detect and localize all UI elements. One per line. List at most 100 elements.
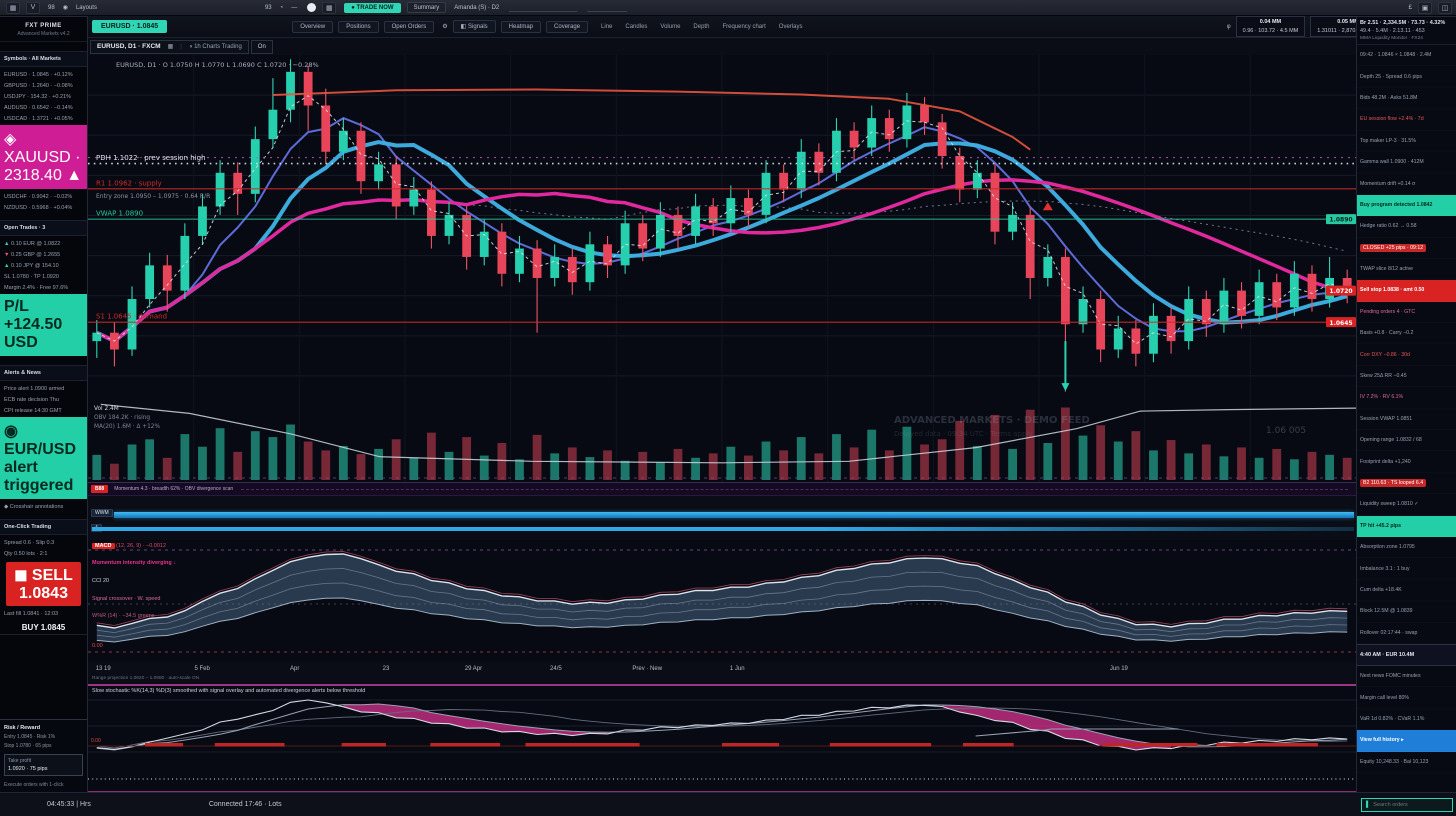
indicator-chip[interactable]: B88: [91, 485, 108, 493]
panel-row[interactable]: TP hit +45.2 pips: [1357, 516, 1456, 537]
candlestick-canvas[interactable]: PDH 1.1022 · prev session highR1 1.0962 …: [88, 55, 1356, 482]
sidebar-item[interactable]: Margin 2.4% · Free 97.6%: [0, 280, 87, 291]
panel-row[interactable]: Opening range 1.0832 / 68: [1357, 430, 1456, 451]
buy-button[interactable]: BUY 1.0845: [0, 617, 87, 635]
sidebar-item[interactable]: Qty 0.50 lots · 2:1: [0, 546, 87, 557]
sidebar-item[interactable]: ◆ Crosshair annotations: [0, 499, 87, 510]
sidebar-item[interactable]: Spread 0.6 · Slip 0.3: [0, 535, 87, 546]
sidebar-item[interactable]: USDCAD · 1.3721 · +0.05%: [0, 111, 87, 122]
tab-heatmap[interactable]: Heatmap: [501, 21, 541, 33]
panel-row[interactable]: Next news FOMC minutes: [1357, 666, 1456, 687]
panel-row[interactable]: Margin call level 80%: [1357, 687, 1456, 708]
minimize-icon[interactable]: —: [291, 5, 297, 11]
sidebar-item[interactable]: ECB rate decision Thu: [0, 392, 87, 403]
on-toggle[interactable]: On: [251, 40, 273, 54]
panel-row[interactable]: Sell stop 1.0838 · amt 0.50: [1357, 280, 1456, 301]
sidebar-item[interactable]: USDJPY · 154.32 · +0.21%: [0, 89, 87, 100]
sidebar-item[interactable]: EURUSD · 1.0845 · +0.12%: [0, 67, 87, 78]
layouts-menu[interactable]: Layouts: [76, 5, 97, 11]
sidebar-section-header[interactable]: Alerts & News: [0, 365, 87, 381]
tab-open-orders[interactable]: Open Orders: [384, 21, 435, 33]
panel-row[interactable]: Session VWAP 1.0851: [1357, 409, 1456, 430]
tab-positions[interactable]: Positions: [338, 21, 378, 33]
menu-item-depth[interactable]: Depth: [693, 24, 709, 30]
search-orders-box[interactable]: ▌: [1361, 798, 1453, 812]
sidebar-section-header[interactable]: One-Click Trading: [0, 519, 87, 535]
panel-row[interactable]: B2 110.63 · TS looped 6.4: [1357, 473, 1456, 494]
panel-row[interactable]: Top maker LP-3 · 31.5%: [1357, 131, 1456, 152]
ribbon-canvas[interactable]: [88, 540, 1356, 662]
sidebar-item[interactable]: ▲ 0.10 EUR @ 1.0822: [0, 236, 87, 247]
search-orders-input[interactable]: [1373, 802, 1448, 808]
ribbon-indicator-pane[interactable]: MACD (12, 26, 9) · −0.0012Momentum inten…: [88, 540, 1356, 662]
panel-row[interactable]: Cum delta +18.4K: [1357, 580, 1456, 601]
menu-item-candles[interactable]: Candles: [625, 24, 647, 30]
panel-row[interactable]: Basis +0.8 · Carry −0.2: [1357, 323, 1456, 344]
sidebar-item[interactable]: AUDUSD · 0.6542 · −0.14%: [0, 100, 87, 111]
sidebar-section-header[interactable]: Open Trades · 3: [0, 220, 87, 236]
sidebar-item[interactable]: USDCHF · 0.9042 · −0.02%: [0, 189, 87, 200]
sidebar-highlight-row[interactable]: ◼ SELL 1.0843: [6, 562, 81, 606]
panel-row[interactable]: Absorption zone 1.0795: [1357, 537, 1456, 558]
tab-signals[interactable]: ◧ Signals: [453, 20, 496, 33]
chart-mode-icon[interactable]: ◫: [1438, 2, 1452, 14]
apps-grid-icon[interactable]: ▦: [322, 2, 336, 14]
summary-tab[interactable]: Summary: [407, 2, 447, 13]
oscillator-pane[interactable]: Slow stochastic %K(14,3) %D(3) smoothed …: [88, 686, 1356, 792]
panel-row[interactable]: Momentum drift +0.14 σ: [1357, 173, 1456, 194]
sidebar-highlight-row[interactable]: ◈ XAUUSD · 2318.40 ▲: [0, 125, 87, 189]
sidebar-section-header[interactable]: Symbols · All Markets: [0, 51, 87, 67]
compare-charts-label[interactable]: ◑ 1h Charts Trading: [189, 44, 242, 50]
panel-row[interactable]: View full history ▸: [1357, 730, 1456, 751]
tab-overview[interactable]: Overview: [292, 21, 333, 33]
user-avatar[interactable]: [307, 3, 316, 12]
panel-row[interactable]: 09:42 · 1.0846 × 1.0848 · 2.4M: [1357, 45, 1456, 66]
sidebar-highlight-row[interactable]: ◉ EUR/USD alert triggered: [0, 417, 87, 499]
panel-row[interactable]: EU session flow +2.4% · 7d: [1357, 109, 1456, 130]
price-chart[interactable]: PDH 1.1022 · prev session highR1 1.0962 …: [88, 55, 1356, 482]
active-symbol-pill[interactable]: EURUSD · 1.0845: [92, 20, 167, 33]
panel-row[interactable]: Gamma wall 1.0900 · 412M: [1357, 152, 1456, 173]
sidebar-item[interactable]: ▲ 0.10 JPY @ 154.10: [0, 258, 87, 269]
sidebar-item[interactable]: Price alert 1.0900 armed: [0, 381, 87, 392]
panel-row[interactable]: Footprint delta +1,240: [1357, 451, 1456, 472]
take-profit-input[interactable]: Take profit 1.0920 · 75 pips: [4, 754, 83, 776]
panel-row[interactable]: Rollover 02:17:44 · swap: [1357, 623, 1456, 644]
panel-row[interactable]: Pending orders 4 · GTC: [1357, 302, 1456, 323]
sidebar-item[interactable]: SL 1.0780 · TP 1.0920: [0, 269, 87, 280]
gear-icon[interactable]: ⚙: [442, 23, 447, 30]
quick-field-1[interactable]: [509, 4, 577, 12]
panel-icon[interactable]: ▣: [1418, 2, 1432, 14]
panel-section-header[interactable]: 4:40 AM · EUR 10.4M: [1357, 644, 1456, 666]
sidebar-item[interactable]: GBPUSD · 1.2640 · −0.08%: [0, 78, 87, 89]
tab-coverage[interactable]: Coverage: [546, 21, 588, 33]
sidebar-highlight-row[interactable]: P/L +124.50 USD: [0, 294, 87, 356]
menu-grid-icon[interactable]: ▦: [6, 2, 20, 14]
currency-icon[interactable]: £: [1409, 5, 1412, 11]
panel-row[interactable]: Equity 10,248.33 · Bal 10,123: [1357, 752, 1456, 773]
symbol-info-bar[interactable]: EURUSD, D1 · FXCM ▦ | ◑ 1h Charts Tradin…: [90, 40, 249, 54]
link-icon[interactable]: φ: [1227, 24, 1231, 30]
sidebar-item[interactable]: CPI release 14:30 GMT: [0, 403, 87, 414]
panel-row[interactable]: Imbalance 3.1 : 1 buy: [1357, 558, 1456, 579]
sidebar-item[interactable]: Last fill 1.0841 · 12:03: [0, 606, 87, 617]
trade-now-button[interactable]: ● TRADE NOW: [344, 3, 400, 13]
sidebar-item[interactable]: NZDUSD · 0.5968 · +0.04%: [0, 200, 87, 211]
panel-row[interactable]: CLOSED +25 pips · 09:12: [1357, 238, 1456, 259]
panel-row[interactable]: Depth 25 · Spread 0.6 pips: [1357, 66, 1456, 87]
time-axis[interactable]: 13 195 FebApr2329 Apr24/5Prev · New1 Jun…: [88, 662, 1356, 686]
pin-icon[interactable]: ◉: [63, 4, 68, 11]
panel-row[interactable]: Skew 25Δ RR −0.45: [1357, 366, 1456, 387]
panel-row[interactable]: Liquidity sweep 1.0810 ✓: [1357, 494, 1456, 515]
panel-row[interactable]: Buy program detected 1.0842: [1357, 195, 1456, 216]
panel-row[interactable]: VaR 1d 0.82% · CVaR 1.1%: [1357, 709, 1456, 730]
panel-row[interactable]: Bids 48.2M · Asks 51.8M: [1357, 88, 1456, 109]
panel-row[interactable]: Hedge ratio 0.62 → 0.58: [1357, 216, 1456, 237]
grid-layout-icon[interactable]: ▦: [168, 43, 174, 50]
oscillator-canvas[interactable]: [88, 686, 1356, 792]
quick-field-2[interactable]: [587, 4, 627, 12]
panel-row[interactable]: Corr DXY −0.86 · 30d: [1357, 344, 1456, 365]
menu-item-overlays[interactable]: Overlays: [779, 24, 803, 30]
panel-row[interactable]: IV 7.2% · RV 6.1%: [1357, 387, 1456, 408]
clock-icon[interactable]: ◔: [280, 5, 284, 11]
